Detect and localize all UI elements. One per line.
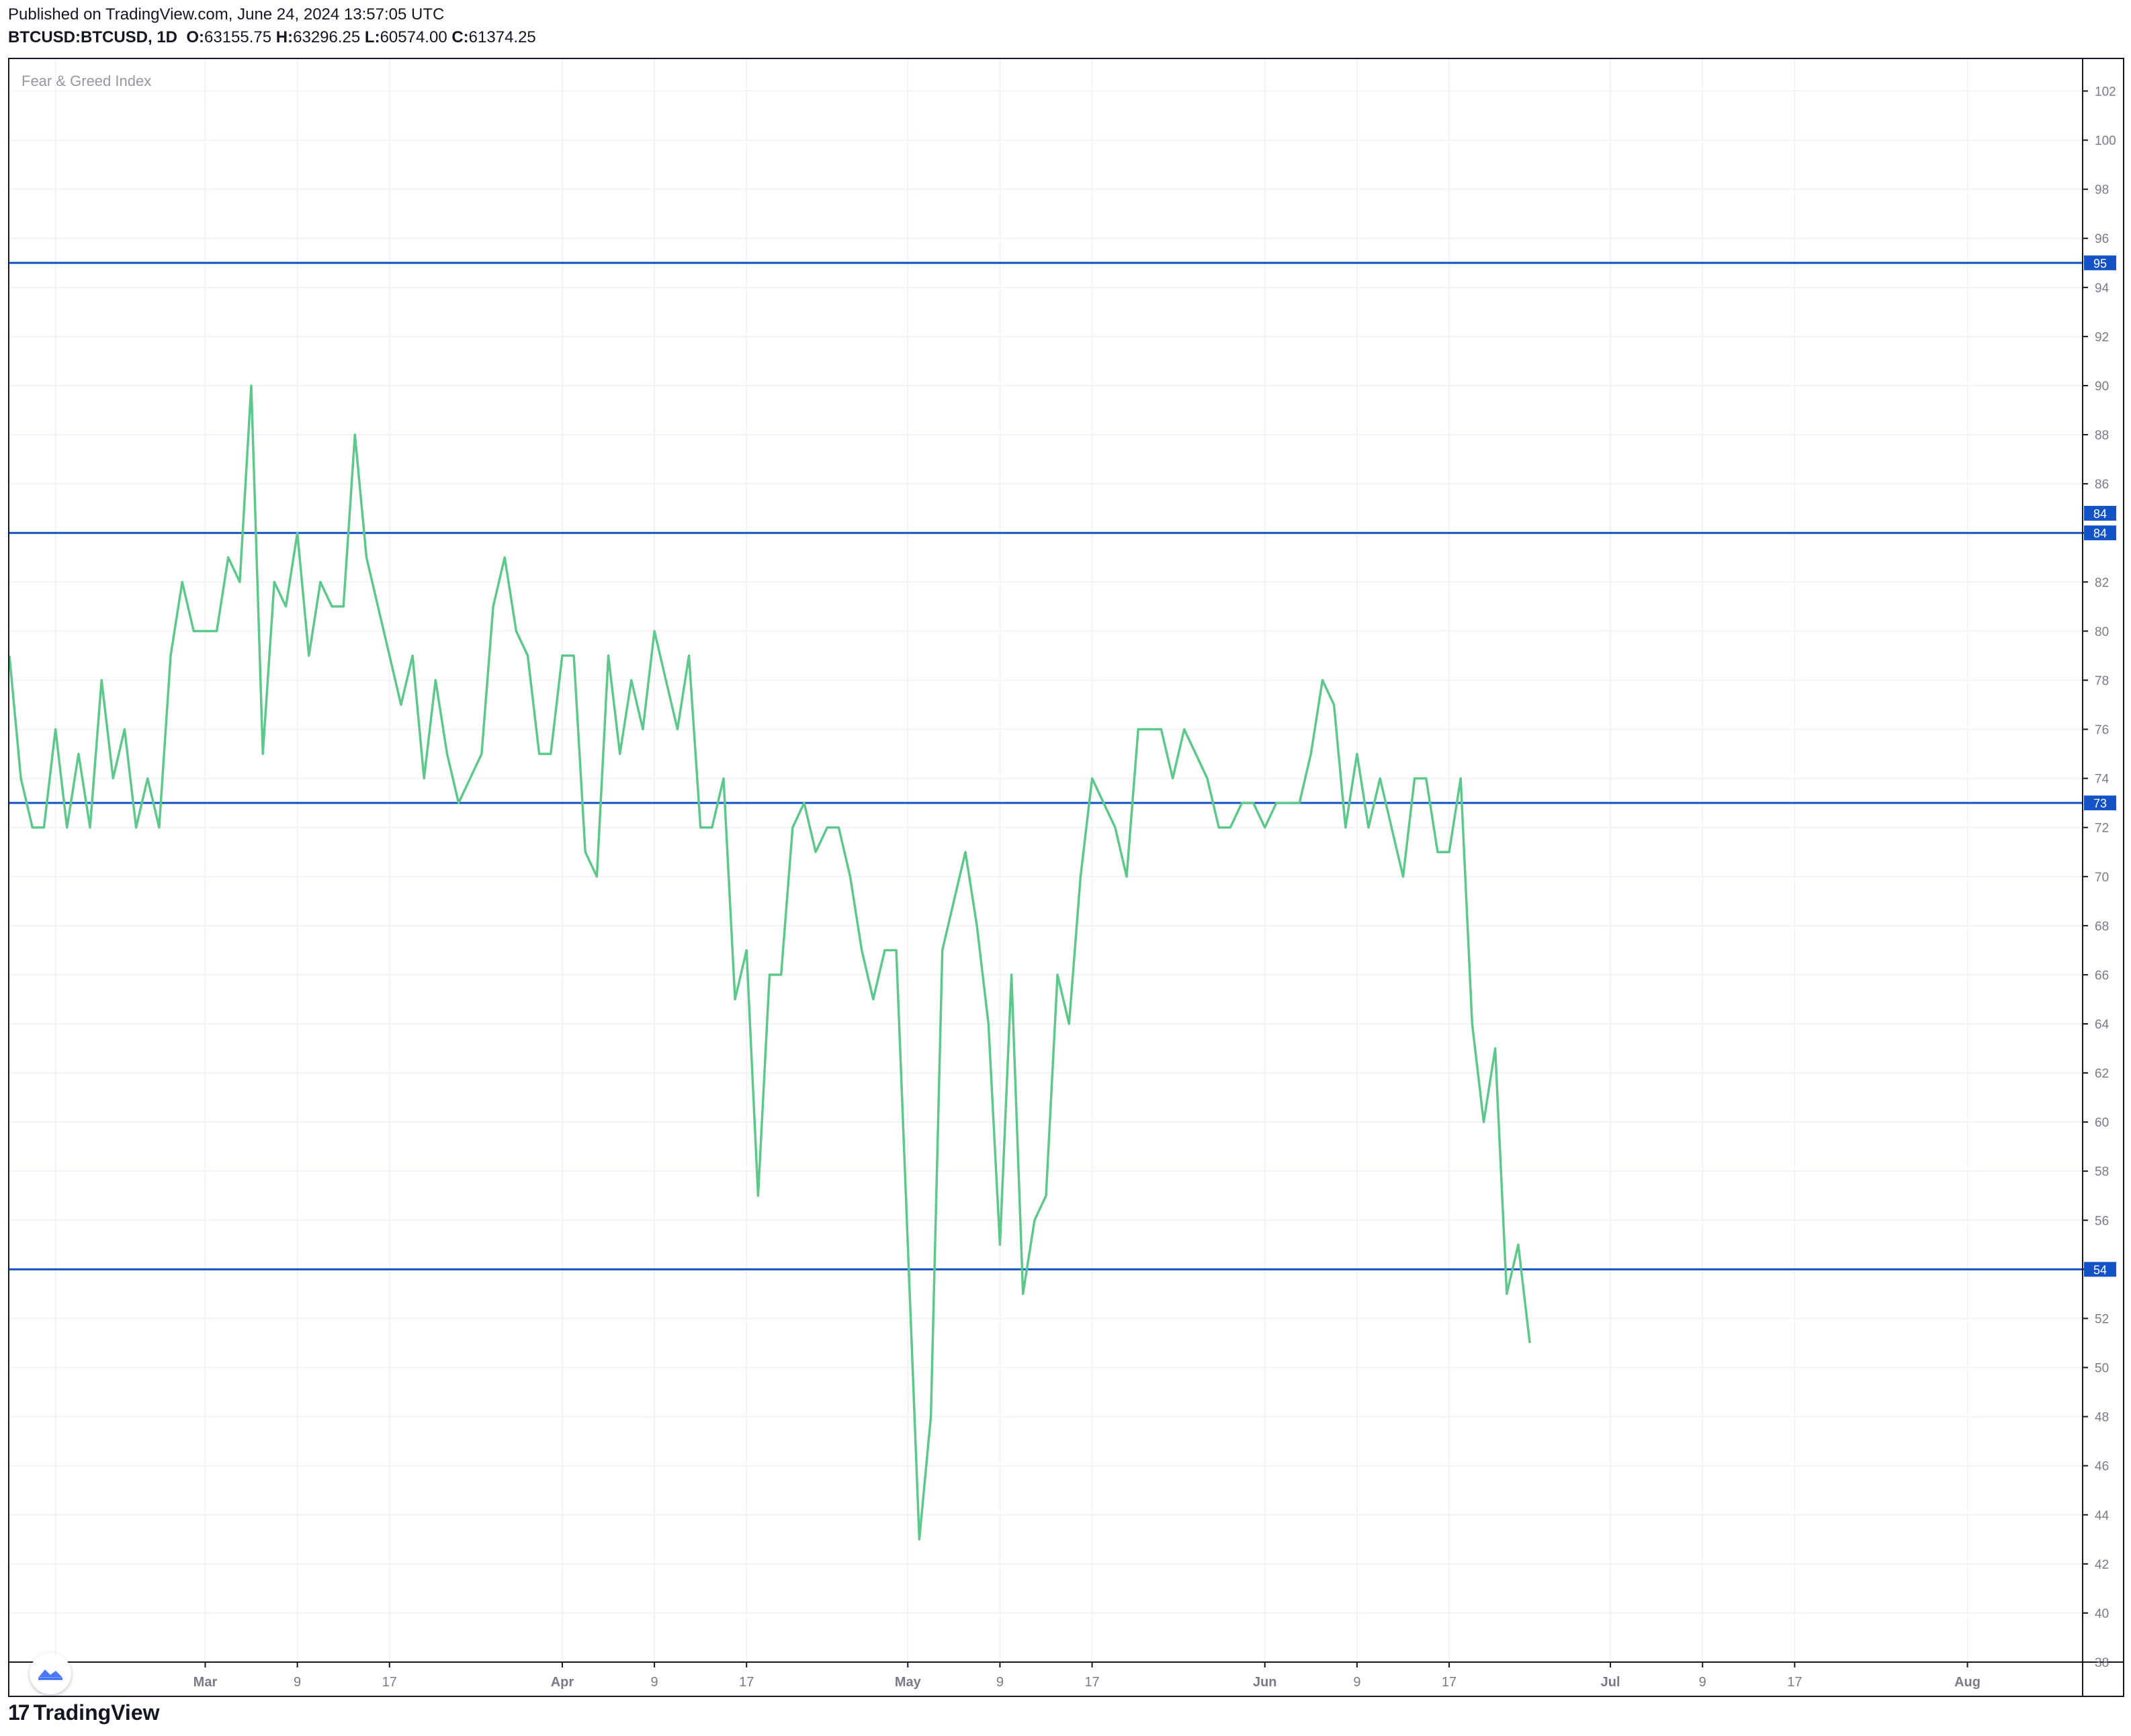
x-tick-label: 17 xyxy=(382,1675,397,1690)
x-tick-label: 9 xyxy=(1699,1675,1706,1690)
grid-layer xyxy=(9,59,2083,1663)
x-tick-label: Apr xyxy=(551,1675,574,1690)
y-tick-label: 58 xyxy=(2095,1165,2109,1179)
y-tick-label: 82 xyxy=(2095,576,2109,590)
x-tick-label: 9 xyxy=(1353,1675,1360,1690)
y-tick-label: 86 xyxy=(2095,478,2109,492)
y-tick-label: 52 xyxy=(2095,1312,2109,1326)
y-tick-label: 96 xyxy=(2095,232,2109,247)
x-tick-label: Jul xyxy=(1601,1675,1620,1690)
x-tick-label: 9 xyxy=(294,1675,301,1690)
indicator-title: Fear & Greed Index xyxy=(21,73,151,89)
y-tick-label: 38 xyxy=(2095,1656,2109,1670)
y-tick-label: 66 xyxy=(2095,969,2109,983)
y-tick-label: 98 xyxy=(2095,183,2109,198)
y-tick-label: 50 xyxy=(2095,1362,2109,1376)
axis-layer: 38 40 42 44 46 48 50 52 54 56 58 60 62 64 66 68 70 72 74 76… xyxy=(9,59,2123,1696)
chart-navigation-button[interactable] xyxy=(30,1653,71,1694)
y-tick-label: 102 xyxy=(2095,85,2116,99)
x-tick-label: 17 xyxy=(1787,1675,1802,1690)
y-tick-label: 68 xyxy=(2095,920,2109,934)
tradingview-logo[interactable]: 17 TradingView xyxy=(8,1698,160,1727)
y-tick-label: 76 xyxy=(2095,724,2109,738)
y-tick-label: 48 xyxy=(2095,1411,2109,1425)
low-value: 60574.00 xyxy=(380,28,447,46)
wave-icon xyxy=(38,1669,62,1680)
high-value: 63296.25 xyxy=(293,28,361,46)
price-badge-label: 95 xyxy=(2093,257,2107,270)
close-label: C: xyxy=(451,28,469,46)
y-tick-label: 46 xyxy=(2095,1460,2109,1474)
x-tick-label: May xyxy=(895,1675,922,1690)
y-tick-label: 40 xyxy=(2095,1607,2109,1621)
y-tick-label: 90 xyxy=(2095,380,2109,394)
x-tick-label: 17 xyxy=(1442,1675,1456,1690)
x-tick-label: 9 xyxy=(651,1675,658,1690)
y-tick-label: 70 xyxy=(2095,871,2109,885)
x-tick-label: Aug xyxy=(1954,1675,1981,1690)
x-tick-label: 17 xyxy=(1084,1675,1099,1690)
y-tick-label: 62 xyxy=(2095,1067,2109,1081)
symbol-label: BTCUSD:BTCUSD, 1D xyxy=(8,28,177,46)
x-tick-label: 17 xyxy=(739,1675,754,1690)
tradingview-logo-text: TradingView xyxy=(33,1700,160,1725)
close-value: 61374.25 xyxy=(468,28,536,46)
y-tick-label: 56 xyxy=(2095,1214,2109,1228)
y-tick-label: 42 xyxy=(2095,1558,2109,1572)
y-tick-label: 60 xyxy=(2095,1116,2109,1130)
horizontal-lines-layer xyxy=(9,261,2083,1270)
series-layer xyxy=(9,384,1531,1541)
y-tick-label: 72 xyxy=(2095,822,2109,836)
y-tick-label: 64 xyxy=(2095,1018,2110,1032)
y-tick-label: 44 xyxy=(2095,1509,2110,1523)
published-info: Published on TradingView.com, June 24, 2… xyxy=(8,5,445,24)
high-label: H: xyxy=(275,28,294,46)
y-tick-label: 88 xyxy=(2095,429,2109,443)
y-tick-label: 94 xyxy=(2095,281,2110,296)
fear-greed-series-line xyxy=(9,384,1531,1541)
chart-frame[interactable]: 38 40 42 44 46 48 50 52 54 56 58 60 62 64 66 68 70 72 74 76… xyxy=(8,58,2124,1697)
fear-greed-chart[interactable]: 38 40 42 44 46 48 50 52 54 56 58 60 62 64 66 68 70 72 74 76… xyxy=(9,59,2123,1696)
price-badge-label: 84 xyxy=(2093,507,2107,521)
open-value: 63155.75 xyxy=(204,28,272,46)
y-tick-label: 100 xyxy=(2095,134,2116,148)
tradingview-logo-icon: 17 xyxy=(8,1700,30,1725)
open-label: O: xyxy=(186,28,205,46)
y-tick-label: 78 xyxy=(2095,674,2109,688)
y-tick-label: 92 xyxy=(2095,331,2109,345)
x-tick-label: Jun xyxy=(1253,1675,1277,1690)
price-badge-label: 54 xyxy=(2093,1263,2107,1276)
low-label: L: xyxy=(364,28,380,46)
symbol-ohlc-bar: BTCUSD:BTCUSD, 1D O:63155.75 H:63296.25 … xyxy=(8,28,536,47)
y-tick-label: 80 xyxy=(2095,625,2109,639)
x-tick-label: 9 xyxy=(996,1675,1004,1690)
price-badge-label: 73 xyxy=(2093,797,2107,810)
y-tick-label: 74 xyxy=(2095,773,2110,787)
price-badge-label: 84 xyxy=(2093,527,2107,540)
x-tick-label: Mar xyxy=(193,1675,218,1690)
